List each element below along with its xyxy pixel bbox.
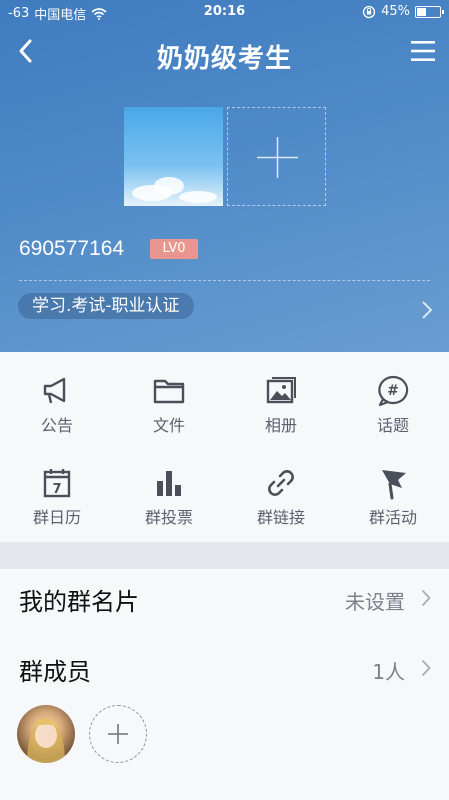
group-members-row[interactable]: 群成员 1人 (0, 639, 449, 699)
feature-label: 群日历 (32, 508, 81, 527)
bar-chart-icon (157, 471, 181, 496)
feature-link[interactable]: 群链接 (225, 466, 337, 528)
page-title: 奶奶级考生 (156, 44, 292, 74)
my-group-card-value: 未设置 (345, 590, 405, 614)
feature-label: 群链接 (256, 508, 305, 527)
feature-album[interactable]: 相册 (225, 374, 337, 436)
megaphone-icon (43, 377, 66, 404)
feature-label: 相册 (264, 416, 297, 435)
member-section: 我的群名片 未设置 群成员 1人 (0, 569, 449, 800)
chevron-right-icon[interactable] (421, 300, 433, 320)
group-photo-thumbnail[interactable] (124, 107, 223, 206)
feature-label: 公告 (40, 416, 73, 435)
folder-icon (153, 379, 185, 404)
chevron-right-icon (421, 589, 431, 607)
feature-activity[interactable]: 群活动 (337, 466, 449, 528)
add-member-button[interactable] (89, 705, 147, 763)
photo-album-icon (266, 377, 296, 404)
battery-icon (415, 5, 444, 18)
feature-grid: 公告 文件 相册 # 话题 7 群日历 群投票 群链接 群活动 (0, 352, 449, 542)
status-right: 45% (362, 4, 444, 19)
my-group-card-title: 我的群名片 (19, 588, 139, 616)
section-gap (0, 542, 449, 569)
member-avatar[interactable] (17, 705, 75, 763)
feature-label: 群活动 (368, 508, 417, 527)
group-members-title: 群成员 (19, 658, 91, 686)
flag-icon (382, 470, 406, 500)
svg-text:7: 7 (52, 482, 61, 497)
chevron-right-icon (421, 659, 431, 677)
group-category-tag[interactable]: 学习.考试-职业认证 (18, 293, 194, 319)
group-members-count: 1人 (372, 660, 405, 684)
level-badge: LV0 (150, 239, 198, 259)
feature-files[interactable]: 文件 (113, 374, 225, 436)
plus-icon (107, 723, 128, 744)
plus-icon (257, 137, 298, 178)
group-header: -63 中国电信 20:16 45% 奶奶级考生 690577164 LV0 学… (0, 0, 449, 352)
feature-announcement[interactable]: 公告 (1, 374, 113, 436)
svg-text:#: # (387, 383, 399, 399)
link-icon (268, 470, 294, 496)
group-number: 690577164 (19, 237, 125, 260)
divider (19, 280, 430, 281)
add-photo-button[interactable] (227, 107, 326, 206)
menu-icon[interactable] (409, 38, 437, 64)
feature-label: 话题 (376, 416, 409, 435)
feature-label: 文件 (152, 416, 185, 435)
my-group-card-row[interactable]: 我的群名片 未设置 (0, 569, 449, 629)
status-bar: -63 中国电信 20:16 45% (0, 0, 449, 24)
battery-fill (417, 7, 427, 16)
calendar-icon: 7 (43, 469, 71, 498)
back-arrow-icon[interactable] (12, 36, 42, 66)
photo-cloud-shape (154, 177, 184, 195)
avatar-figure (27, 718, 65, 763)
feature-vote[interactable]: 群投票 (113, 466, 225, 528)
battery-percent: 45% (381, 4, 410, 19)
photo-cloud-shape (179, 191, 217, 203)
feature-calendar[interactable]: 7 群日历 (1, 466, 113, 528)
rotation-lock-icon (362, 5, 376, 18)
feature-topics[interactable]: # 话题 (337, 374, 449, 436)
topic-hash-icon: # (378, 375, 409, 407)
feature-label: 群投票 (144, 508, 193, 527)
